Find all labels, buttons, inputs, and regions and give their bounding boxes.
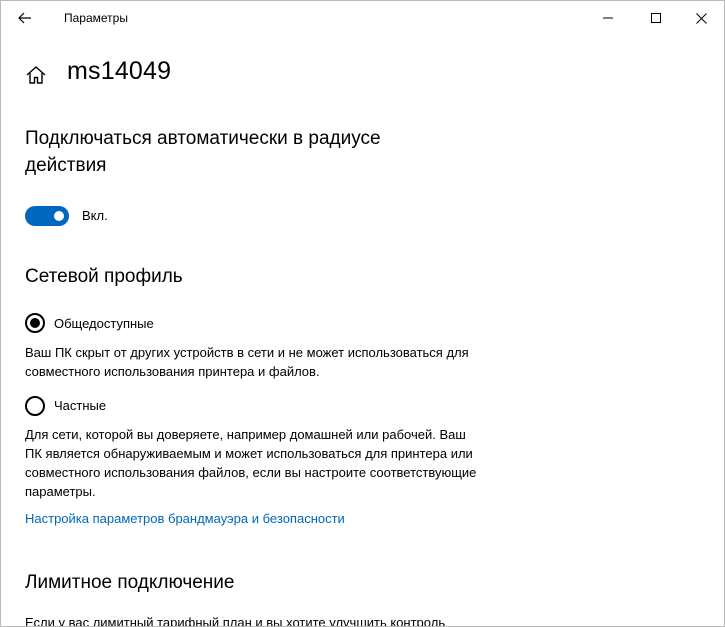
public-profile-radio[interactable] — [25, 313, 45, 333]
network-profile-heading: Сетевой профиль — [25, 266, 183, 287]
maximize-icon — [651, 13, 661, 23]
back-arrow-icon — [18, 12, 31, 24]
toggle-knob — [54, 211, 64, 221]
firewall-settings-link[interactable]: Настройка параметров брандмауэра и безоп… — [25, 511, 345, 526]
home-button[interactable] — [25, 64, 47, 86]
radio-selected-dot — [30, 318, 40, 328]
page-title: ms14049 — [67, 57, 172, 85]
close-icon — [695, 12, 707, 24]
maximize-button[interactable] — [633, 1, 679, 35]
private-profile-description: Для сети, которой вы доверяете, например… — [25, 427, 477, 499]
window-title: Параметры — [64, 11, 128, 25]
private-profile-label[interactable]: Частные — [54, 398, 106, 413]
auto-connect-toggle-label: Вкл. — [82, 208, 108, 223]
minimize-button[interactable] — [585, 1, 631, 35]
radio-ring — [25, 396, 45, 416]
auto-connect-toggle[interactable] — [25, 206, 69, 226]
auto-connect-heading: Подключаться автоматически в радиусе дей… — [25, 128, 381, 176]
close-button[interactable] — [678, 1, 724, 35]
public-profile-label[interactable]: Общедоступные — [54, 316, 154, 331]
title-bar: Параметры — [1, 1, 724, 35]
settings-window: Параметры ms14049 Подключаться автоматич… — [0, 0, 725, 627]
home-icon — [26, 66, 46, 84]
metered-connection-description: Если у вас лимитный тарифный план и вы х… — [25, 615, 446, 627]
back-button[interactable] — [1, 1, 49, 35]
public-profile-description: Ваш ПК скрыт от других устройств в сети … — [25, 345, 469, 379]
minimize-icon — [603, 17, 613, 19]
metered-connection-heading: Лимитное подключение — [25, 572, 235, 593]
private-profile-radio[interactable] — [25, 396, 45, 416]
